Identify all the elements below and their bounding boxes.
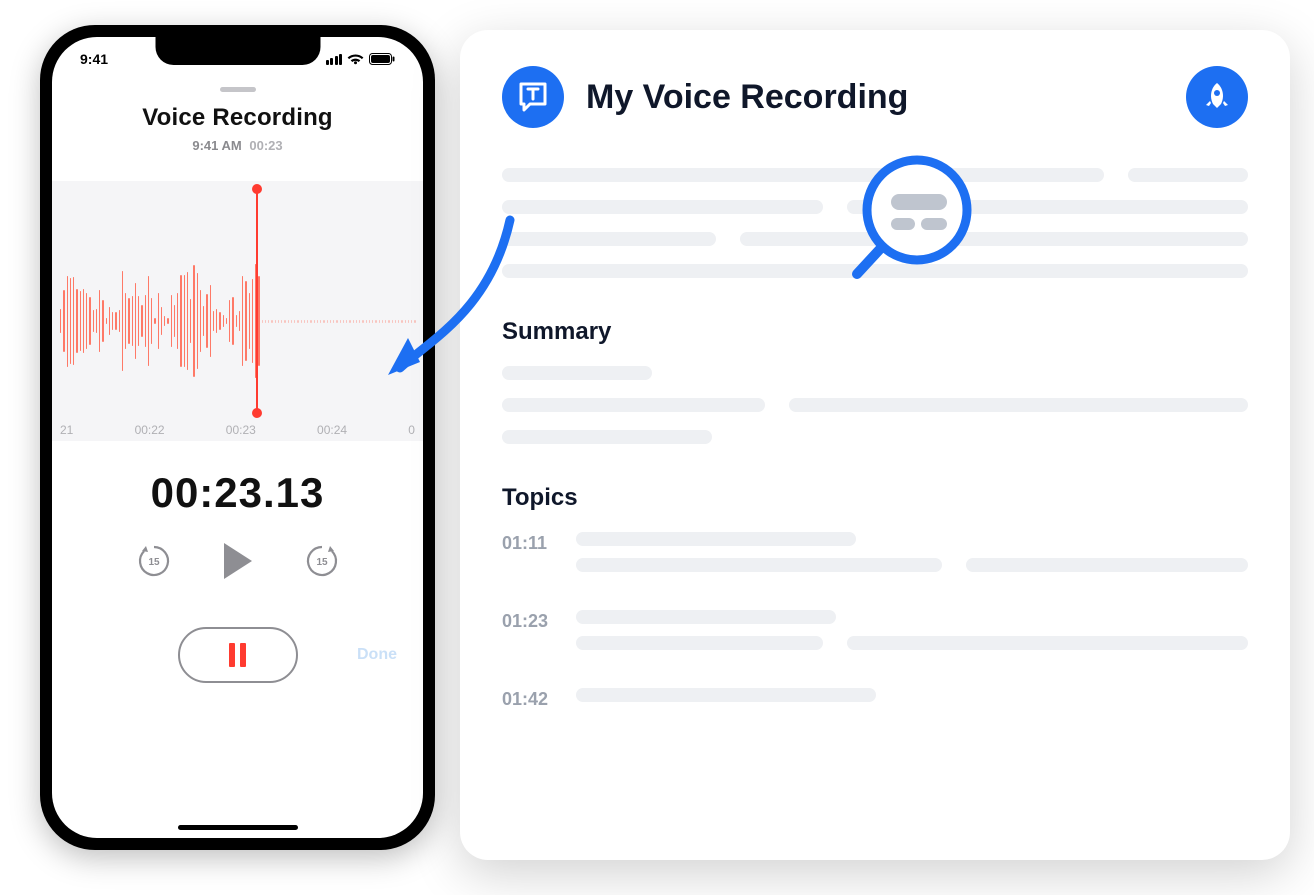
topics-heading: Topics [502,484,1248,512]
transfer-arrow-icon [370,200,540,390]
app-logo-icon[interactable] [502,66,564,128]
waveform-area[interactable]: 21 00:22 00:23 00:24 0 [52,181,423,441]
svg-text:15: 15 [148,557,160,568]
playback-controls: 15 15 [52,541,423,581]
home-indicator[interactable] [178,825,298,830]
topic-item[interactable]: 01:42 [502,688,1248,714]
recording-duration: 00:23 [249,138,282,153]
recording-time: 9:41 AM [192,138,241,153]
skip-forward-button[interactable]: 15 [302,541,342,581]
pause-button[interactable] [178,627,298,683]
transcript-panel: My Voice Recording Summary Topics [460,30,1290,860]
tick: 00:23 [226,423,256,437]
bottom-controls: Done [52,627,423,683]
tick: 0 [408,423,415,437]
play-button[interactable] [224,543,252,579]
done-button[interactable]: Done [357,646,397,664]
topic-item[interactable]: 01:23 [502,610,1248,662]
recording-subtitle: 9:41 AM 00:23 [52,138,423,153]
tick: 00:24 [317,423,347,437]
tick: 21 [60,423,73,437]
wifi-icon [347,53,364,65]
panel-title: My Voice Recording [586,78,908,117]
topic-item[interactable]: 01:11 [502,532,1248,584]
battery-icon [369,53,395,65]
recording-title: Voice Recording [52,104,423,132]
phone-notch [155,37,320,65]
transcript-skeleton [502,168,1248,278]
status-time: 9:41 [80,51,108,67]
topic-content [576,532,1248,584]
panel-header: My Voice Recording [502,66,1248,128]
summary-heading: Summary [502,318,1248,346]
elapsed-timer: 00:23.13 [52,469,423,517]
status-icons [326,53,396,65]
rocket-action-button[interactable] [1186,66,1248,128]
phone-screen: 9:41 Voice Recording 9:41 AM 00:23 [52,37,423,838]
topic-timestamp: 01:11 [502,532,554,554]
skip-back-button[interactable]: 15 [134,541,174,581]
tick: 00:22 [135,423,165,437]
sheet-grabber[interactable] [220,87,256,92]
signal-icon [326,54,343,65]
time-ticks: 21 00:22 00:23 00:24 0 [52,423,423,437]
summary-skeleton [502,366,1248,444]
topic-timestamp: 01:42 [502,688,554,710]
topic-timestamp: 01:23 [502,610,554,632]
topic-content [576,610,1248,662]
waveform [60,221,415,421]
playhead[interactable] [256,189,258,413]
topic-content [576,688,1248,714]
phone-mockup: 9:41 Voice Recording 9:41 AM 00:23 [40,25,435,850]
svg-text:15: 15 [316,557,328,568]
